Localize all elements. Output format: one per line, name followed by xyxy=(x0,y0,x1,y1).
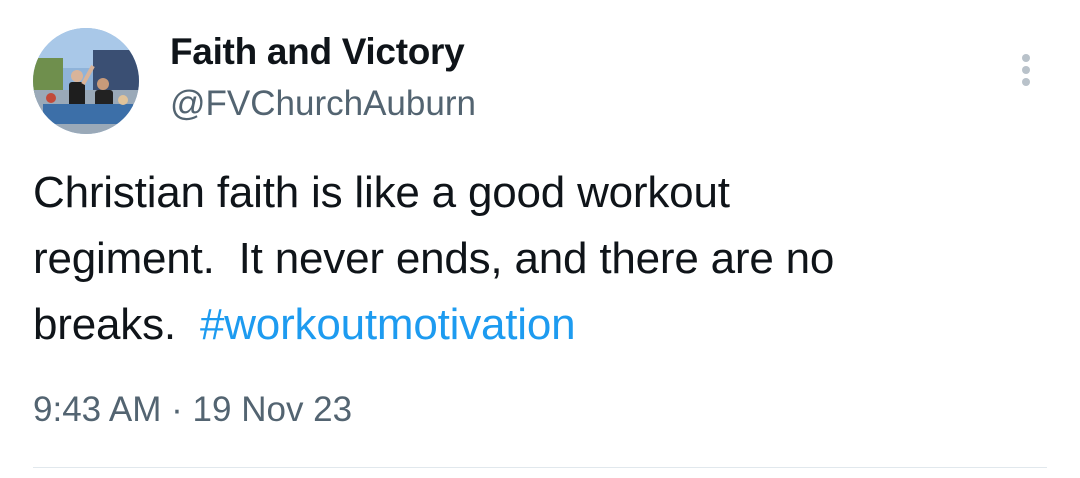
hashtag-link[interactable]: #workoutmotivation xyxy=(200,300,576,349)
divider xyxy=(33,467,1047,468)
more-dot xyxy=(1022,54,1030,62)
avatar[interactable] xyxy=(33,28,139,134)
tweet-time[interactable]: 9:43 AM xyxy=(33,390,161,429)
tweet-timestamp: 9:43 AM · 19 Nov 23 xyxy=(33,390,352,430)
timestamp-separator: · xyxy=(171,390,183,429)
more-dot xyxy=(1022,66,1030,74)
author-display-name[interactable]: Faith and Victory xyxy=(170,31,465,73)
more-options-icon[interactable] xyxy=(1006,48,1046,92)
tweet-text: Christian faith is like a good workout r… xyxy=(33,160,1033,358)
tweet-date[interactable]: 19 Nov 23 xyxy=(193,390,353,429)
more-dot xyxy=(1022,78,1030,86)
avatar-photo xyxy=(33,28,139,134)
tweet-card: Faith and Victory @FVChurchAuburn Christ… xyxy=(0,0,1080,478)
author-handle[interactable]: @FVChurchAuburn xyxy=(170,84,476,124)
